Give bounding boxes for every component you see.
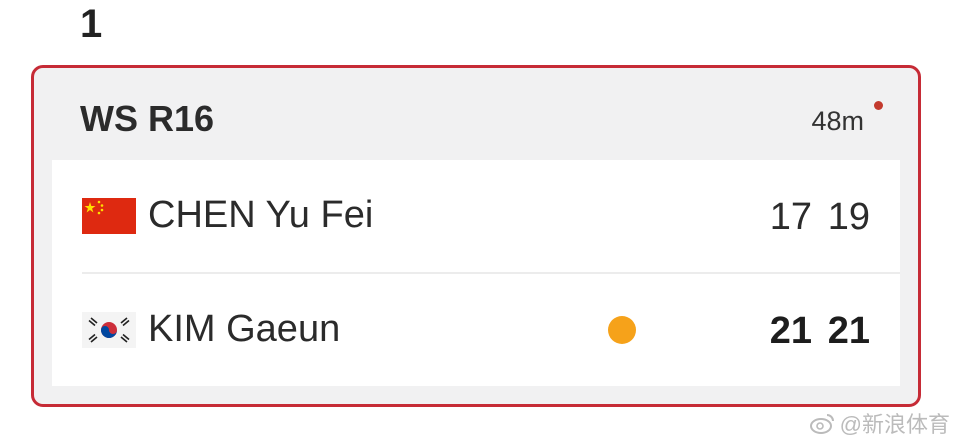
match-card-header: WS R16 48m — [34, 68, 918, 160]
players-panel: CHEN Yu Fei 17 19 KIM Gaeun 21 21 — [52, 160, 900, 386]
player-name: KIM Gaeun — [148, 308, 341, 350]
round-label: WS R16 — [80, 98, 215, 139]
live-indicator-dot — [874, 101, 883, 110]
game-score: 17 — [769, 196, 812, 238]
match-duration: 48m — [811, 106, 864, 136]
weibo-logo-icon — [809, 414, 834, 434]
china-flag-icon — [82, 198, 136, 234]
watermark-text: @新浪体育 — [839, 412, 950, 437]
south-korea-flag-icon — [82, 312, 136, 348]
player-row: KIM Gaeun 21 21 — [52, 274, 900, 386]
game-score: 21 — [769, 310, 812, 352]
match-card[interactable]: WS R16 48m CHEN Yu Fei 17 19 KIM Gaeun 2… — [31, 65, 921, 407]
game-score: 21 — [827, 310, 870, 352]
player-name: CHEN Yu Fei — [148, 194, 374, 236]
game-score: 19 — [827, 196, 870, 238]
match-number: 1 — [80, 2, 103, 46]
player-row: CHEN Yu Fei 17 19 — [52, 160, 900, 272]
serve-indicator-dot — [608, 316, 636, 344]
watermark: @新浪体育 — [809, 407, 950, 439]
